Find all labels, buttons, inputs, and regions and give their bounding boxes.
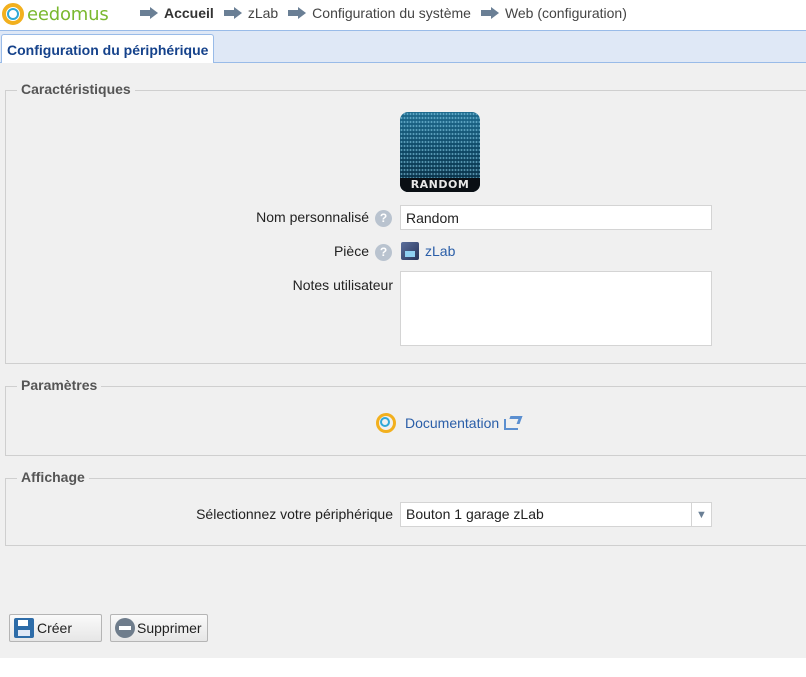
device-image: RANDOM [400, 112, 480, 192]
delete-button[interactable]: Supprimer [110, 614, 208, 642]
minus-circle-icon [115, 618, 135, 638]
create-button[interactable]: Créer [9, 614, 102, 642]
display-fieldset: Affichage Sélectionnez votre périphériqu… [5, 469, 806, 546]
dropdown-chevron-icon[interactable]: ▼ [691, 503, 711, 526]
parameters-legend: Paramètres [17, 377, 102, 393]
notes-label: Notes utilisateur [292, 277, 393, 293]
breadcrumb-item-accueil[interactable]: Accueil [140, 5, 214, 21]
breadcrumb-arrow-icon [223, 7, 242, 19]
breadcrumb-item-zlab[interactable]: zLab [223, 5, 279, 21]
parameters-fieldset: Paramètres Documentation [5, 377, 806, 456]
config-panel: Caractéristiques RANDOM Nom personnalisé… [0, 63, 806, 658]
documentation-label: Documentation [405, 415, 500, 431]
documentation-link[interactable]: Documentation [376, 413, 523, 433]
external-link-icon [504, 416, 523, 430]
floppy-save-icon [14, 618, 34, 638]
device-image-caption: RANDOM [400, 178, 480, 192]
breadcrumb-arrow-icon [480, 7, 499, 19]
device-select-label: Sélectionnez votre périphérique [196, 506, 393, 522]
room-link-label: zLab [425, 243, 456, 259]
breadcrumb-item-system-config[interactable]: Configuration du système [288, 5, 471, 21]
help-icon[interactable]: ? [375, 210, 392, 227]
create-button-label: Créer [37, 620, 73, 636]
tab-strip: Configuration du périphérique [0, 30, 806, 64]
documentation-icon [376, 413, 396, 433]
device-select[interactable]: Bouton 1 garage zLab ▼ [400, 502, 712, 527]
help-icon[interactable]: ? [375, 244, 392, 261]
top-bar: eedomus Accueil zLab Configuration du sy… [0, 0, 806, 30]
room-link[interactable]: zLab [401, 242, 455, 260]
breadcrumb-label: Web (configuration) [504, 5, 627, 21]
eedomus-logo-icon [2, 3, 24, 25]
name-label: Nom personnalisé [256, 209, 369, 225]
breadcrumb-item-web-config[interactable]: Web (configuration) [480, 5, 627, 21]
display-legend: Affichage [17, 469, 89, 485]
tab-device-configuration[interactable]: Configuration du périphérique [1, 34, 215, 64]
notes-textarea[interactable] [400, 271, 712, 346]
characteristics-fieldset: Caractéristiques RANDOM Nom personnalisé… [5, 81, 806, 364]
room-label: Pièce [333, 243, 369, 259]
breadcrumb-arrow-icon [288, 7, 307, 19]
logo-text: eedomus [27, 3, 109, 25]
breadcrumb-arrow-icon [140, 7, 158, 19]
breadcrumb: Accueil zLab Configuration du système We… [140, 3, 637, 23]
device-select-value: Bouton 1 garage zLab [406, 506, 544, 522]
eedomus-logo[interactable]: eedomus [2, 1, 109, 27]
room-icon [401, 242, 419, 260]
name-input[interactable] [400, 205, 712, 230]
characteristics-legend: Caractéristiques [17, 81, 135, 97]
breadcrumb-label: Accueil [164, 5, 214, 21]
delete-button-label: Supprimer [137, 620, 202, 636]
breadcrumb-label: zLab [247, 5, 279, 21]
breadcrumb-label: Configuration du système [312, 5, 471, 21]
